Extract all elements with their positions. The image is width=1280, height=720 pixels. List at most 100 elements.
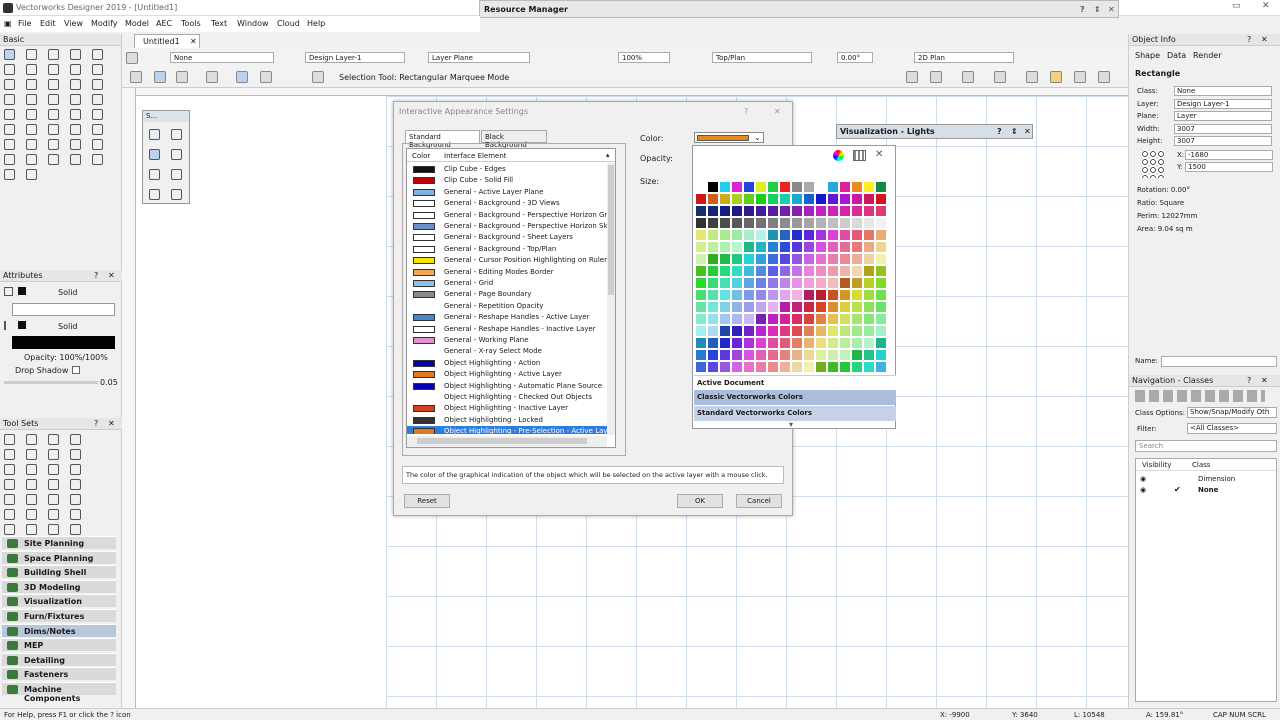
color-swatch[interactable] xyxy=(792,278,802,288)
color-swatch[interactable] xyxy=(852,230,862,240)
name-field[interactable] xyxy=(1161,356,1277,367)
color-swatch[interactable] xyxy=(852,326,862,336)
color-swatch[interactable] xyxy=(840,278,850,288)
list-item[interactable]: General - Cursor Position Highlighting o… xyxy=(407,255,607,266)
list-item[interactable]: General - Editing Modes Border xyxy=(407,267,607,278)
color-swatch[interactable] xyxy=(696,314,706,324)
color-swatch[interactable] xyxy=(804,242,814,252)
basic-tool-icon[interactable] xyxy=(4,139,15,150)
color-swatch[interactable] xyxy=(864,218,874,228)
color-swatch[interactable] xyxy=(816,350,826,360)
opacity-text[interactable]: Opacity: 100%/100% xyxy=(24,353,108,362)
color-swatch[interactable] xyxy=(780,242,790,252)
color-swatch[interactable] xyxy=(816,194,826,204)
filter-select[interactable]: <All Classes> xyxy=(1187,423,1277,434)
color-swatch[interactable] xyxy=(696,242,706,252)
color-swatch[interactable] xyxy=(768,302,778,312)
angle-field[interactable]: 0.00° xyxy=(837,52,873,63)
basic-tool-icon[interactable] xyxy=(4,79,15,90)
color-swatch[interactable] xyxy=(696,302,706,312)
vertical-scrollbar[interactable] xyxy=(607,163,615,435)
color-swatch[interactable] xyxy=(756,290,766,300)
visualization-lights-titlebar[interactable]: Visualization - Lights ? ⇕ ✕ xyxy=(836,124,1033,139)
color-swatch[interactable] xyxy=(708,302,718,312)
field-value[interactable]: None xyxy=(1174,86,1272,96)
color-swatch[interactable] xyxy=(852,242,862,252)
basic-tool-icon[interactable] xyxy=(92,124,103,135)
toolset-tool-icon[interactable] xyxy=(48,449,59,460)
color-swatch[interactable] xyxy=(720,254,730,264)
snap-icon-7[interactable] xyxy=(1074,71,1086,83)
toolset-tool-icon[interactable] xyxy=(48,524,59,535)
color-swatch[interactable] xyxy=(828,314,838,324)
color-swatch[interactable] xyxy=(792,302,802,312)
color-swatch[interactable] xyxy=(780,362,790,372)
color-swatch[interactable] xyxy=(852,314,862,324)
basic-tool-icon[interactable] xyxy=(70,109,81,120)
color-swatch[interactable] xyxy=(756,338,766,348)
snap-angle-icon[interactable] xyxy=(149,149,160,160)
basic-tool-icon[interactable] xyxy=(70,79,81,90)
color-wheel-icon[interactable] xyxy=(833,150,844,161)
color-swatch[interactable] xyxy=(792,218,802,228)
color-swatch[interactable] xyxy=(720,266,730,276)
basic-tool-icon[interactable] xyxy=(4,124,15,135)
color-swatch[interactable] xyxy=(732,254,742,264)
y-field[interactable]: 1500 xyxy=(1185,162,1273,172)
class-row-dimension[interactable]: Dimension xyxy=(1198,475,1235,483)
drop-shadow-checkbox[interactable] xyxy=(72,366,80,374)
toolset-item[interactable]: Dims/Notes xyxy=(2,623,116,637)
list-item[interactable]: General - Reshape Handles - Inactive Lay… xyxy=(407,324,607,335)
color-swatch[interactable] xyxy=(768,242,778,252)
color-swatch[interactable] xyxy=(756,326,766,336)
pin-icon[interactable]: ⇕ xyxy=(1011,127,1018,136)
color-swatch[interactable] xyxy=(828,290,838,300)
back-icon[interactable] xyxy=(126,52,138,64)
color-swatch[interactable] xyxy=(756,182,766,192)
field-value[interactable]: 3007 xyxy=(1174,136,1272,146)
help-icon[interactable]: ? xyxy=(1247,376,1251,385)
close-icon[interactable]: ✕ xyxy=(108,271,115,280)
color-swatch[interactable] xyxy=(756,278,766,288)
color-swatch[interactable] xyxy=(792,194,802,204)
color-swatch[interactable] xyxy=(816,278,826,288)
snap-grid-icon[interactable] xyxy=(149,129,160,140)
scroll-thumb[interactable] xyxy=(608,165,614,295)
toolset-tool-icon[interactable] xyxy=(26,524,37,535)
search-input[interactable]: Search xyxy=(1135,440,1277,452)
horizontal-scrollbar[interactable] xyxy=(407,436,607,447)
color-swatch[interactable] xyxy=(744,254,754,264)
color-swatch[interactable] xyxy=(732,302,742,312)
basic-tool-icon[interactable] xyxy=(92,154,103,165)
list-item[interactable]: General - Page Boundary xyxy=(407,289,607,300)
basic-tool-icon[interactable] xyxy=(92,94,103,105)
color-swatch[interactable] xyxy=(708,338,718,348)
list-item[interactable]: General - Grid xyxy=(407,278,607,289)
color-swatch[interactable] xyxy=(696,254,706,264)
color-swatch[interactable] xyxy=(720,278,730,288)
list-item[interactable]: Object Highlighting - Inactive Layer xyxy=(407,403,607,414)
basic-tool-icon[interactable] xyxy=(70,94,81,105)
color-swatch[interactable] xyxy=(756,362,766,372)
basic-tool-icon[interactable] xyxy=(48,94,59,105)
color-swatch[interactable] xyxy=(720,290,730,300)
color-swatch[interactable] xyxy=(876,218,886,228)
color-swatch[interactable] xyxy=(768,290,778,300)
color-swatch[interactable] xyxy=(768,278,778,288)
color-swatch[interactable] xyxy=(780,290,790,300)
color-swatch[interactable] xyxy=(720,338,730,348)
list-item[interactable]: Object Highlighting - Locked xyxy=(407,415,607,426)
color-swatch[interactable] xyxy=(792,230,802,240)
color-swatch[interactable] xyxy=(780,194,790,204)
basic-tool-icon[interactable] xyxy=(48,64,59,75)
basic-tool-icon[interactable] xyxy=(4,49,15,60)
toolset-item[interactable]: MEP xyxy=(2,638,116,652)
view-select[interactable]: Top/Plan xyxy=(712,52,812,63)
pen-color-swatch[interactable] xyxy=(18,321,26,329)
menu-help[interactable]: Help xyxy=(307,19,325,28)
color-swatch[interactable] xyxy=(804,362,814,372)
color-swatch[interactable] xyxy=(864,206,874,216)
color-swatch[interactable] xyxy=(756,242,766,252)
color-swatch[interactable] xyxy=(864,290,874,300)
close-icon[interactable]: ✕ xyxy=(774,107,781,116)
